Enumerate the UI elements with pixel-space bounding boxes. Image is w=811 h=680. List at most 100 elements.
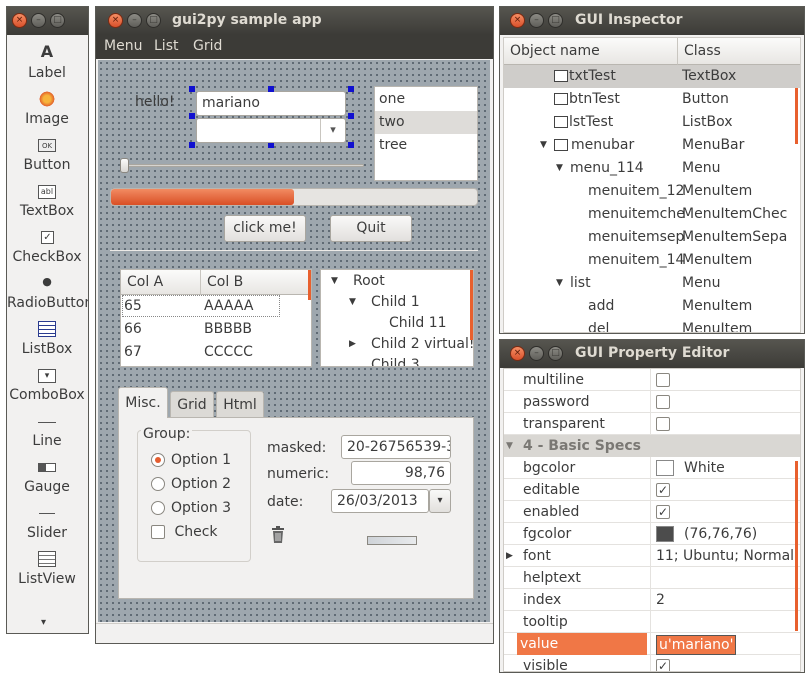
close-icon[interactable]: × (108, 13, 123, 28)
listview-header-cola[interactable]: Col A (121, 270, 201, 295)
app-titlebar[interactable]: × – □ gui2py sample app (96, 7, 493, 35)
property-value[interactable]: u'mariano' (656, 635, 737, 655)
property-row-value[interactable]: value u'mariano' (504, 633, 800, 655)
listview-row[interactable]: 65 AAAAA (121, 295, 311, 318)
toolbox-item-image[interactable]: Image (7, 91, 87, 135)
toolbox-item-slider[interactable]: Slider (7, 505, 87, 549)
tab-grid[interactable]: Grid (170, 391, 214, 417)
toolbox-item-combobox[interactable]: ▾ ComboBox (7, 367, 87, 411)
toolbox-item-gauge[interactable]: Gauge (7, 459, 87, 503)
maximize-icon[interactable]: □ (548, 13, 563, 28)
minimize-icon[interactable]: – (529, 13, 544, 28)
property-row-transparent[interactable]: transparent (504, 413, 800, 435)
selection-handle[interactable] (348, 142, 354, 148)
maximize-icon[interactable]: □ (548, 346, 563, 361)
column-header-object-name[interactable]: Object name (504, 38, 678, 65)
tree-node[interactable]: ▶ Child 2 virtual! (321, 334, 473, 355)
maximize-icon[interactable]: □ (50, 13, 65, 28)
property-row-bgcolor[interactable]: bgcolor White (504, 457, 800, 479)
minimize-icon[interactable]: – (31, 13, 46, 28)
property-section-header[interactable]: ▼ 4 - Basic Specs (504, 435, 800, 457)
expander-icon[interactable]: ▼ (556, 157, 563, 180)
radio-icon[interactable] (151, 453, 165, 467)
slider[interactable] (120, 158, 364, 173)
collapse-icon[interactable]: ▼ (506, 435, 513, 457)
checkbox-icon[interactable] (656, 395, 670, 409)
inspector-row[interactable]: del MenuItem (504, 318, 800, 332)
selection-handle[interactable] (189, 113, 195, 119)
listview-row[interactable]: 66 BBBBB (121, 318, 311, 341)
inspector-row[interactable]: add MenuItem (504, 295, 800, 318)
radio-icon[interactable] (151, 477, 165, 491)
checkbox-icon[interactable] (151, 525, 165, 539)
property-row-visible[interactable]: visible ✓ (504, 655, 800, 671)
listview[interactable]: Col A Col B 65 AAAAA 66 BBBBB 67 CCCCC (120, 269, 312, 367)
inspector-row[interactable]: menuitem_12 MenuItem (504, 180, 800, 203)
inspector-row[interactable]: btnTest Button (504, 88, 800, 111)
property-editor-titlebar[interactable]: × – □ GUI Property Editor (500, 340, 804, 368)
toolbox-item-listview[interactable]: ListView (7, 551, 87, 595)
checkbox-icon[interactable]: ✓ (656, 483, 670, 497)
checkbox-icon[interactable] (656, 417, 670, 431)
expander-icon[interactable]: ▼ (556, 272, 563, 295)
property-grid[interactable]: multiline password transparent ▼ 4 - Basic S… (503, 368, 801, 672)
combobox[interactable]: ▾ (196, 118, 346, 143)
numeric-input[interactable]: 98,76 (351, 461, 451, 485)
inspector-row[interactable]: menuitemsep MenuItemSepa (504, 226, 800, 249)
lsttest-listbox[interactable]: one two tree (374, 86, 478, 181)
inspector-row[interactable]: ▼ list Menu (504, 272, 800, 295)
toolbox-titlebar[interactable]: × – □ (7, 7, 88, 35)
close-icon[interactable]: × (510, 346, 525, 361)
tree-node[interactable]: Child 11 (321, 313, 473, 334)
menu-menu[interactable]: Menu (104, 38, 142, 54)
listview-header-colb[interactable]: Col B (201, 270, 311, 295)
listbox-item[interactable]: two (375, 111, 477, 134)
design-canvas[interactable]: hello! mariano ▾ one two tree click me! Qu… (98, 60, 490, 622)
date-dropdown-button[interactable]: ▾ (429, 489, 451, 513)
tree-node[interactable]: Child 3 (321, 355, 473, 366)
selection-handle[interactable] (268, 86, 274, 92)
column-header-class[interactable]: Class (678, 38, 800, 65)
minimize-icon[interactable]: – (127, 13, 142, 28)
property-row-multiline[interactable]: multiline (504, 369, 800, 391)
toolbox-item-radiobutton[interactable]: ● RadioButton (7, 275, 88, 319)
slider-thumb[interactable] (120, 158, 129, 173)
selection-handle[interactable] (189, 142, 195, 148)
tab-misc[interactable]: Misc. (118, 387, 168, 418)
property-row-font[interactable]: ▶ font 11; Ubuntu; Normal; N (504, 545, 800, 567)
image-control[interactable] (367, 536, 417, 545)
date-input[interactable]: 26/03/2013 (331, 489, 429, 513)
selection-handle[interactable] (348, 86, 354, 92)
checkbox-icon[interactable]: ✓ (656, 659, 670, 671)
property-row-index[interactable]: index 2 (504, 589, 800, 611)
toolbox-item-label[interactable]: A Label (7, 44, 87, 89)
toolbox-item-listbox[interactable]: ListBox (7, 321, 87, 365)
property-row-helptext[interactable]: helptext (504, 567, 800, 589)
expander-icon[interactable]: ▼ (540, 134, 547, 157)
treeview[interactable]: ▼ Root ▼ Child 1 Child 11 ▶ Child 2 virtual! Ch… (320, 269, 474, 367)
radio-option-2[interactable]: Option 2 (151, 476, 231, 492)
toolbox-item-textbox[interactable]: abl TextBox (7, 183, 87, 227)
inspector-row[interactable]: lstTest ListBox (504, 111, 800, 134)
masked-input[interactable]: 20-26756539-3 (341, 435, 451, 459)
toolbox-item-checkbox[interactable]: ✓ CheckBox (7, 229, 87, 273)
chevron-down-icon[interactable]: ▾ (320, 119, 345, 142)
txttest-textbox[interactable]: mariano (196, 91, 346, 116)
toolbox-item-button[interactable]: OK Button (7, 137, 87, 181)
menu-grid[interactable]: Grid (193, 38, 222, 54)
expander-icon[interactable]: ▼ (331, 271, 338, 292)
radio-option-3[interactable]: Option 3 (151, 500, 231, 516)
expander-icon[interactable]: ▶ (349, 334, 356, 355)
hello-label[interactable]: hello! (135, 94, 174, 110)
inspector-titlebar[interactable]: × – □ GUI Inspector (500, 7, 804, 35)
menu-list[interactable]: List (154, 38, 178, 54)
minimize-icon[interactable]: – (529, 346, 544, 361)
close-icon[interactable]: × (12, 13, 27, 28)
inspector-row[interactable]: menuitemche MenuItemChec (504, 203, 800, 226)
tab-html[interactable]: Html (216, 391, 264, 417)
toolbox-item-line[interactable]: Line (7, 413, 87, 457)
expander-icon[interactable]: ▶ (506, 545, 513, 567)
check-option[interactable]: Check (151, 524, 218, 540)
property-row-tooltip[interactable]: tooltip (504, 611, 800, 633)
listbox-item[interactable]: one (375, 88, 477, 111)
